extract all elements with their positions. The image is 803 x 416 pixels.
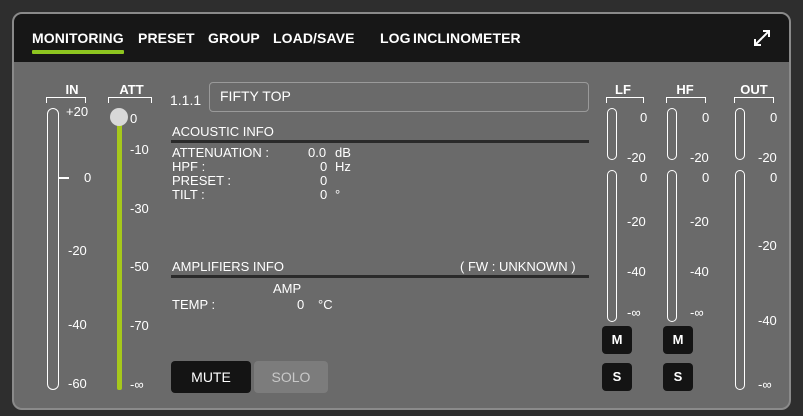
out-scale-label: -40: [758, 313, 777, 328]
tab-monitoring[interactable]: MONITORING: [32, 30, 124, 54]
in-bracket: [46, 97, 86, 103]
in-scale-label: 0: [84, 170, 92, 185]
attenuation-unit: dB: [335, 145, 351, 160]
tab-log[interactable]: LOG: [380, 30, 411, 46]
tilt-label: TILT :: [172, 187, 205, 202]
hf-scale-label: -∞: [690, 305, 704, 320]
lf-bracket: [606, 97, 644, 103]
amp-column-header: AMP: [273, 281, 302, 296]
acoustic-info-title: ACOUSTIC INFO: [172, 124, 274, 139]
tab-inclinometer[interactable]: INCLINOMETER: [413, 30, 521, 46]
att-scale-label: -∞: [130, 377, 144, 392]
lf-mute-button[interactable]: M: [602, 326, 632, 354]
lf-label: LF: [615, 82, 631, 97]
temp-label: TEMP :: [172, 297, 216, 312]
tilt-value: 0: [320, 187, 328, 202]
att-scale-label: -50: [130, 259, 149, 274]
hf-meter-top: [667, 108, 677, 160]
tab-group[interactable]: GROUP: [208, 30, 260, 46]
amplifiers-info-title: AMPLIFIERS INFO: [172, 259, 284, 274]
out-scale-label: 0: [770, 170, 778, 185]
lf-scale-label: -∞: [627, 305, 641, 320]
acoustic-info-rule: [171, 140, 589, 143]
hf-scale-label: -20: [690, 214, 709, 229]
hf-label: HF: [676, 82, 694, 97]
channel-id: 1.1.1: [170, 92, 202, 108]
amplifiers-info-rule: [171, 275, 589, 278]
tab-preset[interactable]: PRESET: [138, 30, 195, 46]
tab-load-save[interactable]: LOAD/SAVE: [273, 30, 355, 46]
att-bracket: [108, 97, 152, 103]
lf-meter-bottom: [607, 170, 617, 322]
att-scale-label: -10: [130, 142, 149, 157]
temp-unit: °C: [318, 297, 333, 312]
lf-scale-label: -40: [627, 264, 646, 279]
in-scale-label: -40: [68, 317, 87, 332]
att-fader-track[interactable]: [117, 118, 122, 390]
mute-button[interactable]: MUTE: [171, 361, 251, 393]
hf-scale-label: 0: [702, 170, 710, 185]
monitoring-content: IN +20 0 -20 -40 -60 ATT 0 -10 -30 -50 -…: [14, 62, 789, 408]
att-scale-label: -30: [130, 201, 149, 216]
in-label: IN: [65, 82, 79, 97]
in-scale-label: -20: [68, 243, 87, 258]
tab-bar: MONITORING PRESET GROUP LOAD/SAVE LOG IN…: [14, 14, 789, 62]
in-scale-label: -60: [68, 376, 87, 391]
in-scale-label: +20: [66, 104, 89, 119]
att-label: ATT: [119, 82, 144, 97]
channel-name-field[interactable]: FIFTY TOP: [209, 82, 589, 112]
attenuation-value: 0.0: [308, 145, 327, 160]
out-label: OUT: [740, 82, 768, 97]
out-scale-label: 0: [770, 110, 778, 125]
tilt-unit: °: [335, 187, 341, 202]
att-scale-label: 0: [130, 111, 138, 126]
hf-scale-label: -40: [690, 264, 709, 279]
hf-mute-button[interactable]: M: [663, 326, 693, 354]
lf-solo-button[interactable]: S: [602, 363, 632, 391]
att-fader-knob[interactable]: [110, 108, 128, 126]
solo-button[interactable]: SOLO: [254, 361, 328, 393]
preset-value: 0: [320, 173, 328, 188]
out-scale-label: -20: [758, 238, 777, 253]
in-zero-tick: [59, 177, 69, 179]
firmware-status: ( FW : UNKNOWN ): [460, 259, 576, 274]
out-scale-label: -20: [758, 150, 777, 165]
lf-scale-label: 0: [640, 170, 648, 185]
temp-value: 0: [297, 297, 305, 312]
preset-label: PRESET :: [172, 173, 232, 188]
out-bracket: [734, 97, 774, 103]
hpf-label: HPF :: [172, 159, 206, 174]
lf-scale-label: 0: [640, 110, 648, 125]
att-scale-label: -70: [130, 318, 149, 333]
lf-scale-label: -20: [627, 150, 646, 165]
hf-scale-label: 0: [702, 110, 710, 125]
out-meter-top: [735, 108, 745, 160]
out-scale-label: -∞: [758, 377, 772, 392]
out-meter-bottom: [735, 170, 745, 390]
lf-meter-top: [607, 108, 617, 160]
expand-arrows-icon[interactable]: [753, 29, 771, 47]
hf-solo-button[interactable]: S: [663, 363, 693, 391]
lf-scale-label: -20: [627, 214, 646, 229]
hpf-unit: Hz: [335, 159, 351, 174]
hpf-value: 0: [320, 159, 328, 174]
hf-meter-bottom: [667, 170, 677, 322]
attenuation-label: ATTENUATION :: [172, 145, 270, 160]
in-meter: [47, 108, 59, 390]
monitoring-panel: MONITORING PRESET GROUP LOAD/SAVE LOG IN…: [12, 12, 791, 410]
hf-bracket: [666, 97, 706, 103]
hf-scale-label: -20: [690, 150, 709, 165]
